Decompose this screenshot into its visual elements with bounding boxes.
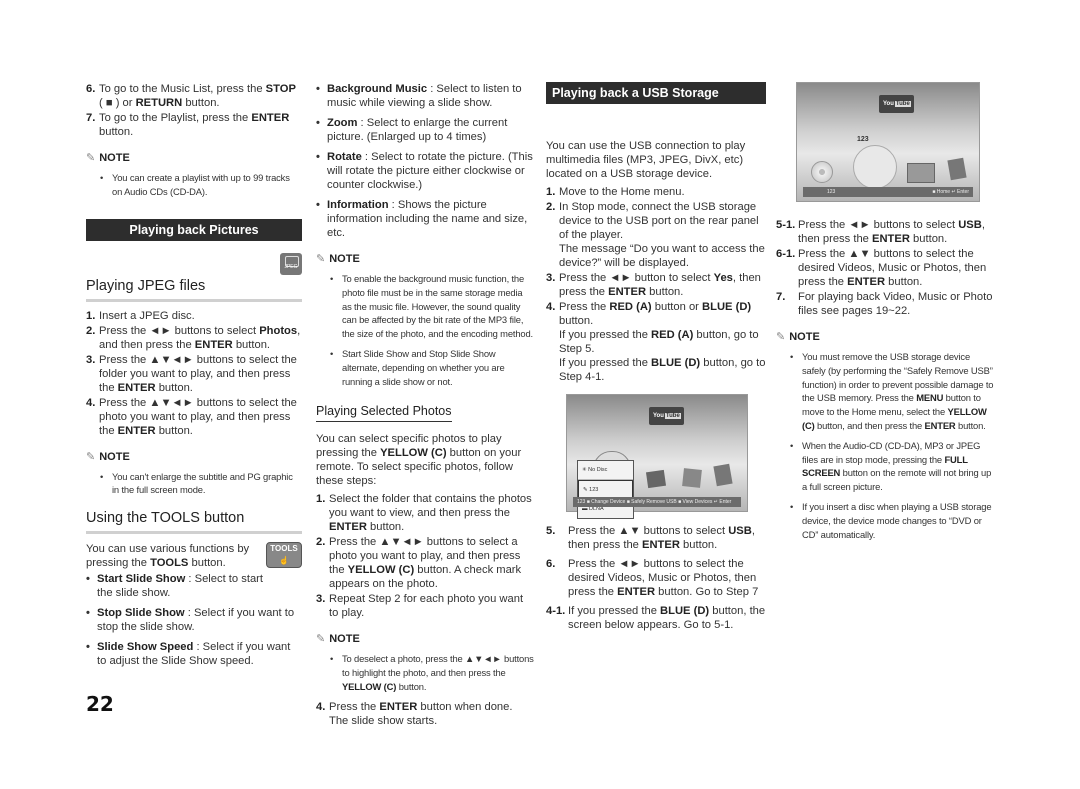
note-item: You must remove the USB storage device s… (790, 350, 994, 433)
usb-steps-branch: 5-1. Press the ◄► buttons to select USB, … (776, 218, 994, 318)
step-item: 4. Press the ENTER button when done. The … (316, 700, 513, 727)
hand-pointer-icon: ☝ (279, 556, 289, 566)
section-banner-usb: Playing back a USB Storage Device (546, 82, 766, 122)
note-item: If you insert a disc when playing a USB … (790, 500, 994, 541)
page-number: 22 (86, 692, 114, 716)
tools-option: Slide Show Speed : Select if you want to… (86, 640, 302, 668)
step-item: 1. Insert a JPEG disc. (86, 309, 195, 322)
note-item: To deselect a photo, press the ▲▼◄► butt… (330, 652, 534, 693)
selected-steps-final: 4. Press the ENTER button when done. The … (316, 700, 534, 728)
note-item: Start Slide Show and Stop Slide Show alt… (330, 347, 534, 388)
pencil-note-icon: ✎ (86, 152, 96, 164)
column-3: Playing back a USB Storage Device You ca… (546, 82, 766, 633)
music-thumbnail (682, 468, 702, 488)
step-item: 1. Select the folder that contains the ph… (316, 493, 532, 534)
music-list-steps: 6. To go to the Music List, press the STO… (86, 82, 302, 139)
home-screen-blue-screenshot: You Tube ✳ No Disc ✎ 123 ▬ DLNA 123 ■ Cha… (566, 394, 748, 519)
step-item: 3. Repeat Step 2 for each photo you want … (316, 593, 524, 620)
note-list: You can create a playlist with up to 99 … (86, 171, 302, 199)
dlna-screen-icon (907, 163, 935, 183)
note-list: To enable the background music function,… (316, 272, 534, 388)
selected-intro: You can select specific photos to play p… (316, 433, 522, 488)
disc-icon (811, 161, 833, 183)
note-heading: ✎ NOTE (86, 450, 130, 463)
column-4: You Tube 123 123 ■ Home ↵ Enter 5-1. Press … (776, 82, 994, 547)
tools-option: Stop Slide Show : Select if you want to … (86, 606, 302, 634)
note-item: To enable the background music function,… (330, 272, 534, 341)
note-heading: ✎ NOTE (86, 152, 130, 164)
heading-tools-button: Using the TOOLS button (86, 511, 302, 535)
step-item: 6. To go to the Music List, press the STO… (86, 83, 296, 109)
step-item: 5. Press the ▲▼ buttons to select USB, th… (546, 525, 755, 551)
tools-option: Zoom : Select to enlarge the current pic… (316, 116, 534, 144)
step-item: 2. In Stop mode, connect the USB storage … (546, 201, 765, 269)
videos-thumbnail (713, 463, 733, 487)
column-2: Background Music : Select to listen to m… (316, 82, 534, 729)
note-item: You can create a playlist with up to 99 … (100, 171, 302, 199)
tools-option: Start Slide Show : Select to start the s… (86, 572, 267, 600)
home-screen-usb-screenshot: You Tube 123 123 ■ Home ↵ Enter (796, 82, 980, 202)
heading-selected-photos: Playing Selected Photos (316, 404, 452, 423)
pencil-note-icon: ✎ (316, 633, 326, 646)
note-item: When the Audio-CD (CD-DA), MP3 or JPEG f… (790, 439, 994, 494)
pencil-note-icon: ✎ (86, 450, 96, 463)
note-list: To deselect a photo, press the ▲▼◄► butt… (316, 652, 534, 693)
youtube-logo-icon: You Tube (879, 95, 914, 113)
note-list: You must remove the USB storage device s… (776, 350, 994, 541)
tools-option: Rotate : Select to rotate the picture. (… (316, 150, 534, 192)
pencil-note-icon: ✎ (776, 331, 786, 343)
heading-playing-jpeg: Playing JPEG files (86, 278, 302, 302)
step-item: 7. For playing back Video, Music or Photo… (776, 291, 993, 317)
note-heading: ✎ NOTE (316, 253, 360, 265)
step-item: 2. Press the ▲▼◄► buttons to select a pho… (316, 536, 522, 591)
note-heading: ✎ NOTE (776, 331, 820, 343)
step-item: 3. Press the ▲▼◄► buttons to select the f… (86, 353, 297, 394)
selected-steps: 1. Select the folder that contains the ph… (316, 492, 534, 620)
status-bar: 123 ■ Home ↵ Enter (803, 187, 973, 197)
note-item: You can't enlarge the subtitle and PG gr… (100, 470, 302, 498)
tools-key-icon: TOOLS ☝ (266, 542, 302, 569)
device-menu: ✳ No Disc ✎ 123 ▬ DLNA (577, 460, 634, 519)
tools-option: Information : Shows the picture informat… (316, 198, 534, 240)
settings-thumbnail (947, 157, 967, 181)
step-item: 4. Press the ▲▼◄► buttons to select the p… (86, 396, 297, 437)
tools-options-continued: Background Music : Select to listen to m… (316, 82, 534, 240)
tools-option: Background Music : Select to listen to m… (316, 82, 534, 110)
device-label: 123 (857, 136, 869, 143)
step-item: 6-1. Press the ▲▼ buttons to select the d… (776, 248, 987, 288)
pencil-note-icon: ✎ (316, 253, 326, 265)
note-list: You can't enlarge the subtitle and PG gr… (86, 470, 302, 498)
usb-device-icon (853, 145, 897, 189)
step-item: 5-1. Press the ◄► buttons to select USB, … (776, 219, 985, 245)
tools-options: Start Slide Show : Select to start the s… (86, 572, 302, 668)
step-item: 3. Press the ◄► button to select Yes, the… (546, 272, 761, 298)
step-item: 4. Press the RED (A) button or BLUE (D) b… (546, 301, 766, 383)
section-banner-pictures: Playing back Pictures (86, 218, 302, 241)
menu-item-no-disc: ✳ No Disc (578, 461, 633, 480)
tools-intro: You can use various functions by pressin… (86, 543, 250, 570)
status-bar: 123 ■ Change Device ■ Safely Remove USB … (573, 497, 741, 507)
step-item: 6. Press the ◄► buttons to select the des… (546, 558, 759, 598)
usb-steps: 1. Move to the Home menu. 2. In Stop mode,… (546, 185, 766, 384)
column-1: 6. To go to the Music List, press the STO… (86, 82, 302, 674)
usb-steps-after: 5. Press the ▲▼ buttons to select USB, th… (546, 524, 766, 632)
note-heading: ✎ NOTE (316, 633, 360, 646)
photos-thumbnail (645, 469, 667, 489)
youtube-logo-icon: You Tube (649, 407, 684, 425)
step-item: 7. To go to the Playlist, press the ENTER… (86, 112, 290, 138)
step-item: 4-1. If you pressed the BLUE (D) button, … (546, 605, 766, 631)
usb-intro: You can use the USB connection to play m… (546, 140, 746, 180)
jpeg-badge-icon: JPEG (280, 252, 302, 275)
jpeg-steps: 1. Insert a JPEG disc. 2. Press the ◄► but… (86, 309, 302, 438)
step-item: 2. Press the ◄► buttons to select Photos,… (86, 324, 301, 351)
step-item: 1. Move to the Home menu. (546, 186, 685, 198)
